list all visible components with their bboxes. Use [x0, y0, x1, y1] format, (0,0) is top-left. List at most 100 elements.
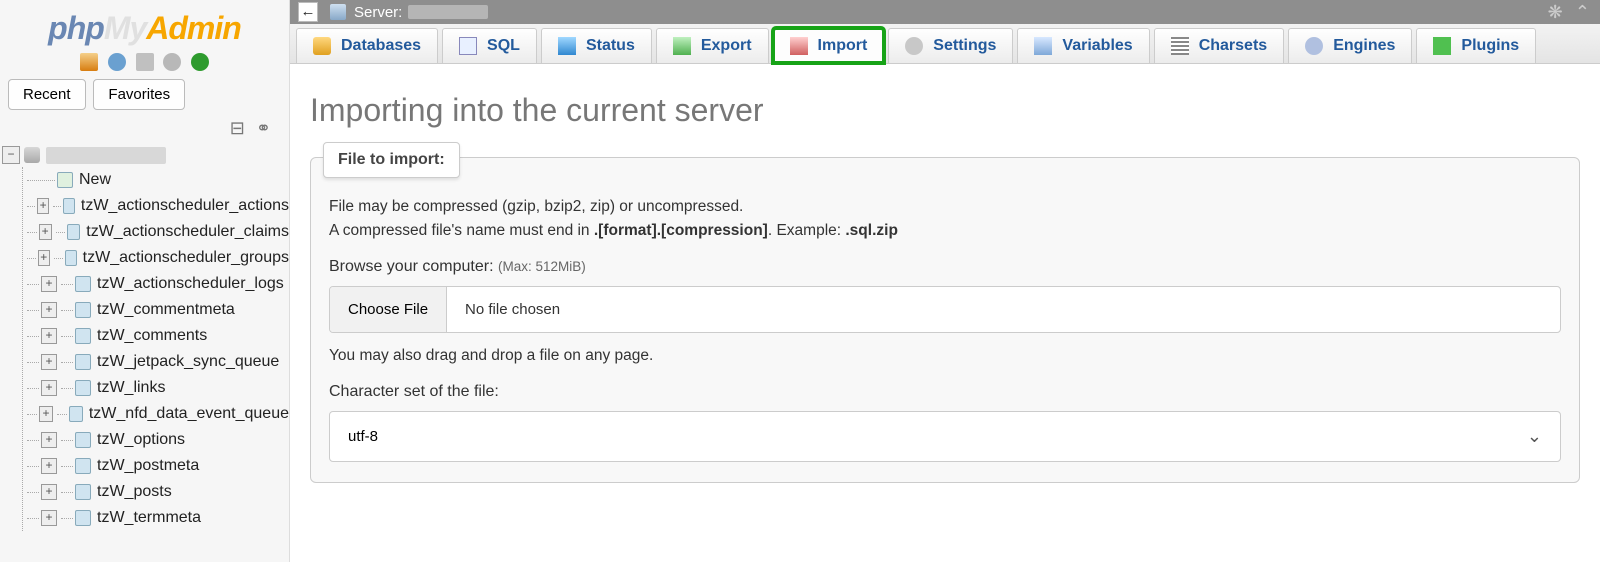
expand-icon[interactable]: +: [41, 354, 57, 370]
collapse-all-icon[interactable]: ⊟: [230, 118, 245, 138]
tab-export[interactable]: Export: [656, 28, 769, 63]
table-label: tzW_termmeta: [97, 509, 201, 527]
table-label: tzW_actionscheduler_groups: [83, 249, 289, 267]
table-node[interactable]: +tzW_links: [23, 375, 289, 401]
msg-part: . Example:: [768, 222, 846, 239]
docs-icon[interactable]: [136, 53, 154, 71]
table-icon: [75, 328, 91, 344]
compress-message: File may be compressed (gzip, bzip2, zip…: [329, 198, 1561, 216]
drag-drop-message: You may also drag and drop a file on any…: [329, 347, 1561, 365]
recent-button[interactable]: Recent: [8, 79, 86, 110]
table-label: tzW_options: [97, 431, 185, 449]
filename-format-message: A compressed file's name must end in .[f…: [329, 222, 1561, 240]
console-gear-icon[interactable]: ❋: [1548, 2, 1563, 22]
expander-icon[interactable]: −: [2, 146, 20, 164]
sidebar-iconbar: [0, 49, 289, 79]
tab-engines[interactable]: Engines: [1288, 28, 1412, 63]
expand-icon[interactable]: +: [37, 198, 49, 214]
table-node[interactable]: +tzW_actionscheduler_logs: [23, 271, 289, 297]
expand-icon[interactable]: +: [41, 276, 57, 292]
expand-icon[interactable]: +: [41, 458, 57, 474]
link-icon[interactable]: ⚭: [256, 118, 271, 138]
tab-databases[interactable]: Databases: [296, 28, 438, 63]
table-node[interactable]: + tzW_options: [23, 427, 289, 453]
table-icon: [75, 380, 91, 396]
tab-variables[interactable]: Variables: [1017, 28, 1149, 63]
expand-icon[interactable]: +: [41, 328, 57, 344]
variables-icon: [1034, 37, 1052, 55]
chevron-down-icon: ⌄: [1527, 426, 1542, 447]
settings-icon[interactable]: [163, 53, 181, 71]
table-label: tzW_actionscheduler_claims: [86, 223, 289, 241]
table-node[interactable]: + tzW_actionscheduler_claims: [23, 219, 289, 245]
engines-icon: [1305, 37, 1323, 55]
page-title: Importing into the current server: [310, 92, 1580, 129]
browse-label: Browse your computer: (Max: 512MiB): [329, 258, 1561, 276]
home-icon[interactable]: [80, 53, 98, 71]
table-label: tzW_posts: [97, 483, 172, 501]
tab-sql[interactable]: SQL: [442, 28, 537, 63]
tab-label: SQL: [487, 37, 520, 55]
tab-plugins[interactable]: Plugins: [1416, 28, 1536, 63]
table-node[interactable]: +tzW_actionscheduler_actions: [23, 193, 289, 219]
expand-icon[interactable]: +: [39, 224, 52, 240]
tab-settings[interactable]: Settings: [888, 28, 1013, 63]
chosen-file-name: No file chosen: [447, 287, 578, 332]
expand-icon[interactable]: +: [41, 302, 57, 318]
database-icon: [24, 147, 40, 163]
charset-value: utf-8: [348, 428, 378, 445]
new-table-icon: [57, 172, 73, 188]
expand-icon[interactable]: +: [39, 406, 53, 422]
expand-icon[interactable]: +: [41, 510, 57, 526]
table-icon: [63, 198, 75, 214]
tab-label: Charsets: [1199, 37, 1267, 55]
table-icon: [75, 354, 91, 370]
table-node[interactable]: + tzW_posts: [23, 479, 289, 505]
new-table-link[interactable]: New: [23, 167, 289, 193]
table-node[interactable]: + tzW_termmeta: [23, 505, 289, 531]
tree-tools: ⊟ ⚭: [0, 116, 289, 141]
table-label: tzW_comments: [97, 327, 207, 345]
table-node[interactable]: + tzW_postmeta: [23, 453, 289, 479]
table-node[interactable]: + tzW_comments: [23, 323, 289, 349]
tab-label: Export: [701, 37, 752, 55]
collapse-topbar-icon[interactable]: ⌃: [1575, 2, 1590, 22]
table-label: tzW_jetpack_sync_queue: [97, 353, 279, 371]
tab-label: Import: [818, 37, 868, 55]
charsets-icon: [1171, 37, 1189, 55]
file-input[interactable]: Choose File No file chosen: [329, 286, 1561, 333]
expand-icon[interactable]: +: [41, 380, 57, 396]
table-label: tzW_postmeta: [97, 457, 199, 475]
table-icon: [75, 302, 91, 318]
table-node[interactable]: + tzW_actionscheduler_groups: [23, 245, 289, 271]
server-label: Server:: [354, 4, 402, 21]
phpmyadmin-logo: phpMyAdmin: [0, 0, 289, 49]
logout-icon[interactable]: [108, 53, 126, 71]
expand-icon[interactable]: +: [38, 250, 50, 266]
msg-example-bold: .sql.zip: [845, 222, 898, 239]
favorites-button[interactable]: Favorites: [93, 79, 185, 110]
table-icon: [75, 432, 91, 448]
tab-status[interactable]: Status: [541, 28, 652, 63]
table-node[interactable]: + tzW_jetpack_sync_queue: [23, 349, 289, 375]
reload-icon[interactable]: [191, 53, 209, 71]
charset-select[interactable]: utf-8 ⌄: [329, 411, 1561, 462]
logo-part-php: php: [48, 10, 104, 46]
table-icon: [65, 250, 77, 266]
database-root-row[interactable]: −: [2, 143, 289, 167]
navigation-quick-tabs: Recent Favorites: [0, 79, 289, 116]
expand-icon[interactable]: +: [41, 432, 57, 448]
databases-icon: [313, 37, 331, 55]
navigation-sidebar: phpMyAdmin Recent Favorites ⊟ ⚭ − Ne: [0, 0, 290, 562]
choose-file-button[interactable]: Choose File: [330, 287, 447, 332]
server-icon: [330, 4, 346, 20]
table-node[interactable]: +tzW_nfd_data_event_queue: [23, 401, 289, 427]
table-icon: [75, 276, 91, 292]
table-label: tzW_commentmeta: [97, 301, 235, 319]
tab-import[interactable]: Import: [773, 28, 885, 63]
table-node[interactable]: + tzW_commentmeta: [23, 297, 289, 323]
tab-label: Plugins: [1461, 37, 1519, 55]
back-button[interactable]: ←: [298, 2, 318, 22]
tab-charsets[interactable]: Charsets: [1154, 28, 1284, 63]
expand-icon[interactable]: +: [41, 484, 57, 500]
